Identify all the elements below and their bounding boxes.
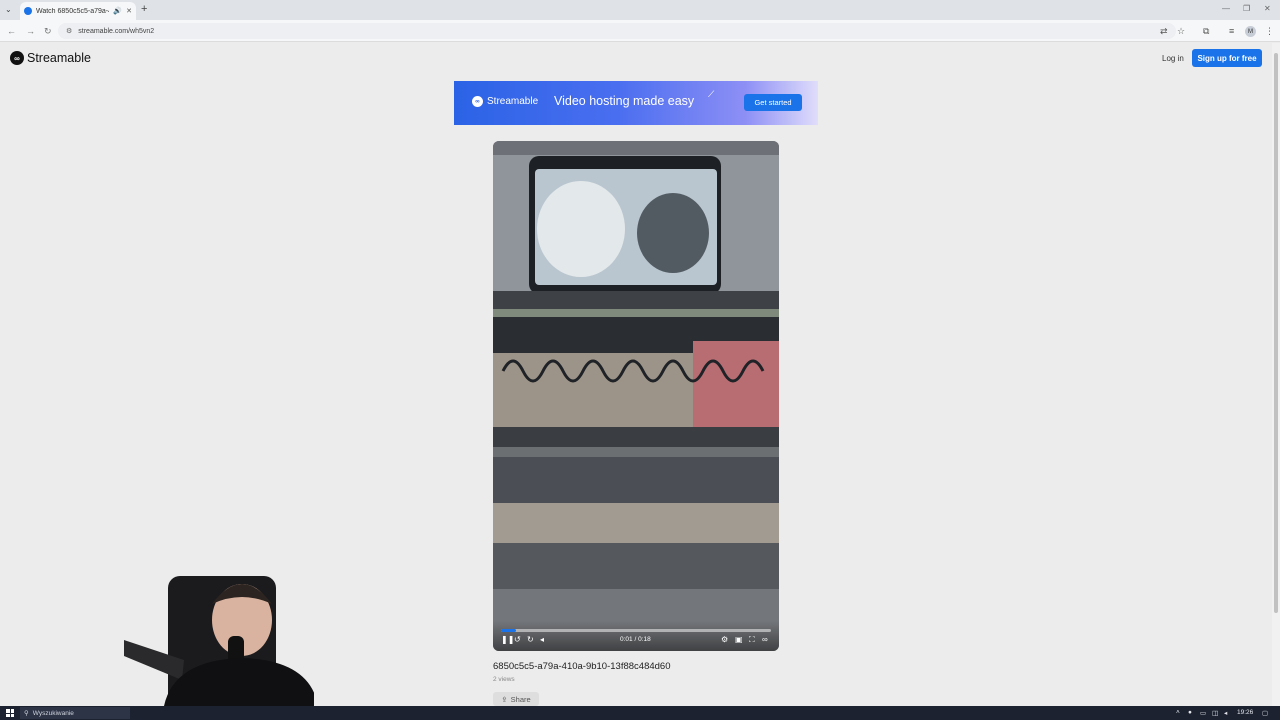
minimize-icon[interactable]: — bbox=[1222, 4, 1230, 13]
search-icon: ⚲ bbox=[24, 710, 29, 717]
streamable-logo-icon[interactable]: ∞ bbox=[762, 635, 768, 644]
streamable-logo-icon: ∞ bbox=[472, 96, 483, 107]
share-label: Share bbox=[510, 694, 531, 704]
os-taskbar: ⚲ Wyszukiwanie ˄ ● ▭ ◫ ◂ 19:26 ▢ bbox=[0, 706, 1280, 720]
menu-icon[interactable]: ⋮ bbox=[1265, 26, 1274, 37]
tab-list-icon[interactable]: ⌄ bbox=[5, 5, 12, 14]
seek-bar-fill bbox=[501, 629, 516, 632]
taskbar-search-input[interactable]: ⚲ Wyszukiwanie bbox=[20, 707, 130, 719]
audio-icon[interactable]: 🔊 bbox=[113, 7, 122, 15]
media-control-icon[interactable]: ≡ bbox=[1229, 26, 1234, 36]
network-icon[interactable]: ◫ bbox=[1212, 709, 1218, 717]
time-display: 0:01 / 0:18 bbox=[620, 636, 651, 643]
taskbar-search-placeholder: Wyszukiwanie bbox=[32, 709, 74, 717]
windows-start-icon[interactable] bbox=[6, 709, 14, 717]
share-button[interactable]: ⇪ Share bbox=[493, 692, 539, 706]
streamable-logo-icon: ∞ bbox=[10, 51, 24, 65]
forward-icon[interactable]: → bbox=[26, 26, 35, 36]
view-count: 2 views bbox=[493, 676, 515, 683]
tab-title: Watch 6850c5c5-a79a-410a bbox=[36, 7, 109, 15]
page-scrollbar[interactable] bbox=[1272, 43, 1280, 706]
close-icon[interactable]: ✕ bbox=[126, 7, 132, 15]
seek-bar[interactable] bbox=[501, 629, 771, 632]
fullscreen-icon[interactable]: ⛶ bbox=[749, 635, 755, 645]
banner-tagline: Video hosting made easy bbox=[554, 94, 695, 108]
battery-icon[interactable]: ▭ bbox=[1200, 709, 1206, 717]
browser-tab[interactable]: Watch 6850c5c5-a79a-410a 🔊 ✕ bbox=[20, 2, 136, 20]
speaker-icon[interactable]: ◂ bbox=[1224, 709, 1227, 717]
notifications-icon[interactable]: ▢ bbox=[1262, 709, 1268, 717]
address-bar-row: ← → ↻ ⚙ streamable.com/wh5vn2 ⇄ ☆ ⧉ ≡ ⋮ bbox=[0, 20, 1280, 42]
share-icon: ⇪ bbox=[501, 694, 508, 704]
promo-banner[interactable]: ∞ Streamable Video hosting made easy ⟋ G… bbox=[454, 81, 818, 125]
reload-icon[interactable]: ↻ bbox=[44, 26, 52, 37]
site-settings-icon[interactable]: ⚙ bbox=[66, 27, 72, 35]
mic-icon[interactable]: ● bbox=[1188, 709, 1192, 716]
bookmark-star-icon[interactable]: ☆ bbox=[1177, 26, 1185, 37]
video-title: 6850c5c5-a79a-410a-9b10-13f88c484d60 bbox=[493, 661, 671, 672]
signup-button[interactable]: Sign up for free bbox=[1192, 49, 1262, 67]
new-tab-icon[interactable]: + bbox=[141, 3, 147, 15]
site-brand: Streamable bbox=[27, 51, 91, 65]
settings-gear-icon[interactable]: ⚙ bbox=[721, 635, 728, 644]
scrollbar-thumb[interactable] bbox=[1274, 53, 1278, 613]
restore-icon[interactable]: ❐ bbox=[1243, 4, 1250, 13]
login-link[interactable]: Log in bbox=[1162, 54, 1184, 63]
banner-logo: ∞ Streamable bbox=[472, 96, 538, 107]
url-text: streamable.com/wh5vn2 bbox=[78, 27, 155, 35]
window-close-icon[interactable]: ✕ bbox=[1264, 4, 1271, 13]
sparkle-icon: ⟋ bbox=[708, 89, 715, 99]
tray-chevron-icon[interactable]: ˄ bbox=[1176, 709, 1180, 716]
video-frame bbox=[493, 141, 779, 651]
site-logo[interactable]: ∞ Streamable bbox=[10, 51, 91, 65]
banner-brand: Streamable bbox=[487, 96, 539, 107]
forward-10-icon[interactable]: ↻ bbox=[527, 635, 534, 644]
streamable-favicon bbox=[24, 7, 32, 15]
extensions-icon[interactable]: ⧉ bbox=[1203, 26, 1209, 37]
browser-tab-bar: ⌄ Watch 6850c5c5-a79a-410a 🔊 ✕ + — ❐ ✕ bbox=[0, 0, 1280, 20]
video-player[interactable]: ❚❚ ↺ ↻ ◂ 0:01 / 0:18 ⚙ ▣ ⛶ ∞ bbox=[493, 141, 779, 651]
translate-icon[interactable]: ⇄ bbox=[1160, 26, 1168, 37]
player-controls: ❚❚ ↺ ↻ ◂ 0:01 / 0:18 ⚙ ▣ ⛶ ∞ bbox=[493, 621, 779, 651]
webcam-overlay bbox=[124, 576, 314, 706]
back-icon[interactable]: ← bbox=[7, 26, 16, 36]
play-pause-icon[interactable]: ❚❚ bbox=[501, 635, 514, 644]
profile-avatar[interactable]: M bbox=[1245, 26, 1256, 37]
rewind-icon[interactable]: ↺ bbox=[514, 635, 521, 644]
clock: 19:26 bbox=[1237, 709, 1254, 716]
picture-in-picture-icon[interactable]: ▣ bbox=[735, 635, 743, 644]
get-started-button[interactable]: Get started bbox=[744, 94, 802, 111]
url-input[interactable]: ⚙ streamable.com/wh5vn2 bbox=[58, 23, 1176, 39]
volume-icon[interactable]: ◂ bbox=[540, 635, 544, 644]
